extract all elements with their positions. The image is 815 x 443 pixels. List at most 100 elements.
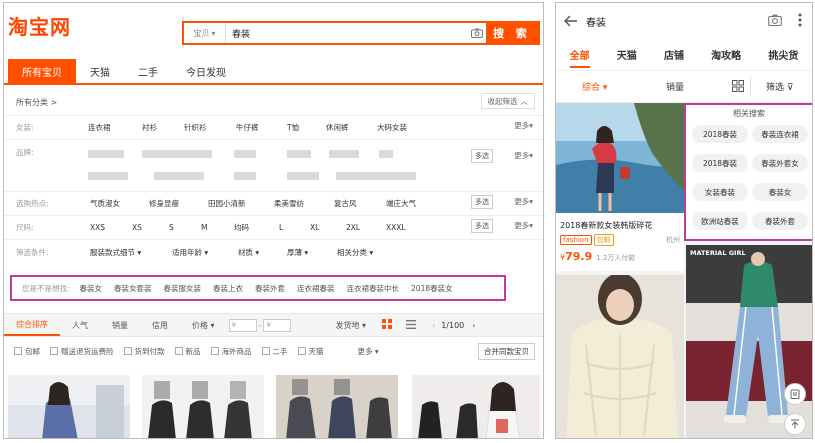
more-services-button[interactable]: 更多 ▾ (358, 346, 379, 357)
multi-select-button[interactable]: 多选 (471, 149, 493, 163)
product-card[interactable]: 2018春新款女装韩版碎花 fashion 包邮 杭州 ¥ 79.9 1.2万人… (556, 103, 684, 271)
mobile-search-input[interactable]: 春装 (586, 14, 768, 29)
tab-second-hand[interactable]: 二手 (124, 59, 172, 83)
product-thumbnail[interactable] (412, 375, 540, 438)
related-chip[interactable]: 女装春装 (692, 183, 748, 201)
brand-blurred[interactable] (88, 172, 128, 180)
product-card[interactable]: MATERIAL GIRL (686, 245, 812, 438)
tab-all-items[interactable]: 所有宝贝 (8, 59, 76, 83)
checkbox-cod[interactable]: 货到付款 (123, 346, 165, 357)
filter-option[interactable]: XXS (90, 223, 105, 232)
prev-page-icon[interactable]: ‹ (432, 321, 435, 330)
history-float-button[interactable] (784, 383, 806, 405)
brand-blurred[interactable] (287, 172, 319, 180)
brand-blurred[interactable] (88, 150, 124, 158)
filter-option[interactable]: 衬衫 (142, 122, 157, 133)
filter-option[interactable]: 休闲裤 (326, 122, 349, 133)
filter-dropdown[interactable]: 材质 ▾ (238, 247, 259, 258)
tab-today-discover[interactable]: 今日发现 (172, 59, 240, 83)
collapse-filter-button[interactable]: 收起筛选 ︿ (480, 93, 535, 109)
filter-dropdown[interactable]: 相关分类 ▾ (337, 247, 373, 258)
filter-option[interactable]: 均码 (234, 222, 249, 233)
filter-option[interactable]: 修身显瘦 (149, 198, 179, 209)
related-chip[interactable]: 2018春装 (692, 125, 748, 143)
filter-option[interactable]: 田园小清新 (208, 198, 246, 209)
filter-option[interactable]: 柔美雪纺 (274, 198, 304, 209)
brand-blurred[interactable] (142, 150, 212, 158)
filter-dropdown[interactable]: 厚薄 ▾ (287, 247, 308, 258)
more-vertical-icon[interactable] (798, 13, 802, 30)
sort-composite[interactable]: 综合 ▾ (582, 80, 607, 93)
next-page-icon[interactable]: › (472, 321, 475, 330)
brand-blurred[interactable] (234, 150, 256, 158)
camera-icon[interactable] (768, 14, 782, 29)
related-chip[interactable]: 春装女 (752, 183, 808, 201)
checkbox-free-shipping[interactable]: 包邮 (14, 346, 40, 357)
related-chip[interactable]: 欧洲站春装 (692, 212, 748, 230)
sort-popularity[interactable]: 人气 (60, 320, 100, 331)
product-thumbnail[interactable] (142, 375, 264, 438)
list-view-icon[interactable] (406, 319, 417, 331)
filter-option[interactable]: XL (310, 223, 319, 232)
multi-select-button[interactable]: 多选 (471, 219, 493, 233)
filter-option[interactable]: M (201, 223, 207, 232)
filter-option[interactable]: 大码女装 (377, 122, 407, 133)
suggestion-link[interactable]: 春装外套 (255, 283, 285, 294)
related-chip[interactable]: 春装连衣裙 (752, 125, 808, 143)
suggestion-link[interactable]: 春装上衣 (213, 283, 243, 294)
related-chip[interactable]: 2018春装 (692, 154, 748, 172)
layout-toggle-icon[interactable] (732, 80, 744, 95)
brand-blurred[interactable] (336, 172, 416, 180)
mtab-picks[interactable]: 挑尖货 (768, 47, 798, 62)
more-button[interactable]: 更多▾ (514, 196, 533, 207)
filter-option[interactable]: S (169, 223, 174, 232)
sort-sales[interactable]: 销量 (666, 80, 684, 93)
checkbox-tmall[interactable]: 天猫 (297, 346, 324, 357)
suggestion-link[interactable]: 连衣裙春装中长 (347, 283, 400, 294)
filter-option[interactable]: XS (132, 223, 142, 232)
suggestion-link[interactable]: 2018春装女 (411, 283, 453, 294)
camera-icon[interactable] (468, 28, 486, 38)
filter-option[interactable]: 牛仔裤 (236, 122, 259, 133)
mtab-tmall[interactable]: 天猫 (617, 47, 637, 62)
breadcrumb[interactable]: 所有分类 > (16, 97, 57, 108)
mtab-guides[interactable]: 淘攻略 (711, 47, 741, 62)
filter-option[interactable]: 连衣裙 (88, 122, 111, 133)
price-min-input[interactable]: ¥ (228, 318, 257, 332)
sort-price[interactable]: 价格 ▾ (180, 320, 227, 331)
brand-blurred[interactable] (234, 172, 256, 180)
ship-from-select[interactable]: 发货地 ▾ (323, 320, 378, 331)
search-button[interactable]: 搜 索 (486, 23, 538, 43)
more-button[interactable]: 更多▾ (514, 120, 533, 131)
mtab-all[interactable]: 全部 (569, 47, 590, 68)
multi-select-button[interactable]: 多选 (471, 195, 493, 209)
price-max-input[interactable]: ¥ (263, 318, 292, 332)
suggestion-link[interactable]: 春装服女装 (164, 283, 202, 294)
checkbox-new[interactable]: 新品 (174, 346, 201, 357)
checkbox-second-hand[interactable]: 二手 (261, 346, 288, 357)
filter-dropdown[interactable]: 适用年龄 ▾ (172, 247, 208, 258)
filter-option[interactable]: 针织衫 (184, 122, 207, 133)
grid-view-icon[interactable] (382, 319, 393, 331)
suggestion-link[interactable]: 连衣裙春装 (297, 283, 335, 294)
taobao-logo[interactable]: 淘宝网 (8, 11, 71, 40)
suggestion-link[interactable]: 春装女 (80, 283, 103, 294)
more-button[interactable]: 更多▾ (514, 220, 533, 231)
back-to-top-button[interactable] (784, 413, 806, 435)
filter-option[interactable]: XXXL (386, 223, 406, 232)
related-chip[interactable]: 春装外套女 (752, 154, 808, 172)
sort-credit[interactable]: 信用 (140, 320, 180, 331)
filter-option[interactable]: 气质淑女 (90, 198, 120, 209)
brand-blurred[interactable] (379, 150, 393, 158)
filter-option[interactable]: L (279, 223, 283, 232)
brand-blurred[interactable] (287, 150, 311, 158)
product-card[interactable] (556, 275, 684, 438)
search-input[interactable]: 春装 (226, 27, 468, 40)
checkbox-return-insurance[interactable]: 赠送退货运费险 (50, 346, 114, 357)
merge-same-items-button[interactable]: 合并同款宝贝 (478, 343, 535, 360)
filter-option[interactable]: 2XL (346, 223, 360, 232)
tab-tmall[interactable]: 天猫 (76, 59, 124, 83)
related-chip[interactable]: 春装外套 (752, 212, 808, 230)
checkbox-overseas[interactable]: 海外商品 (210, 346, 252, 357)
product-thumbnail[interactable] (8, 375, 130, 438)
